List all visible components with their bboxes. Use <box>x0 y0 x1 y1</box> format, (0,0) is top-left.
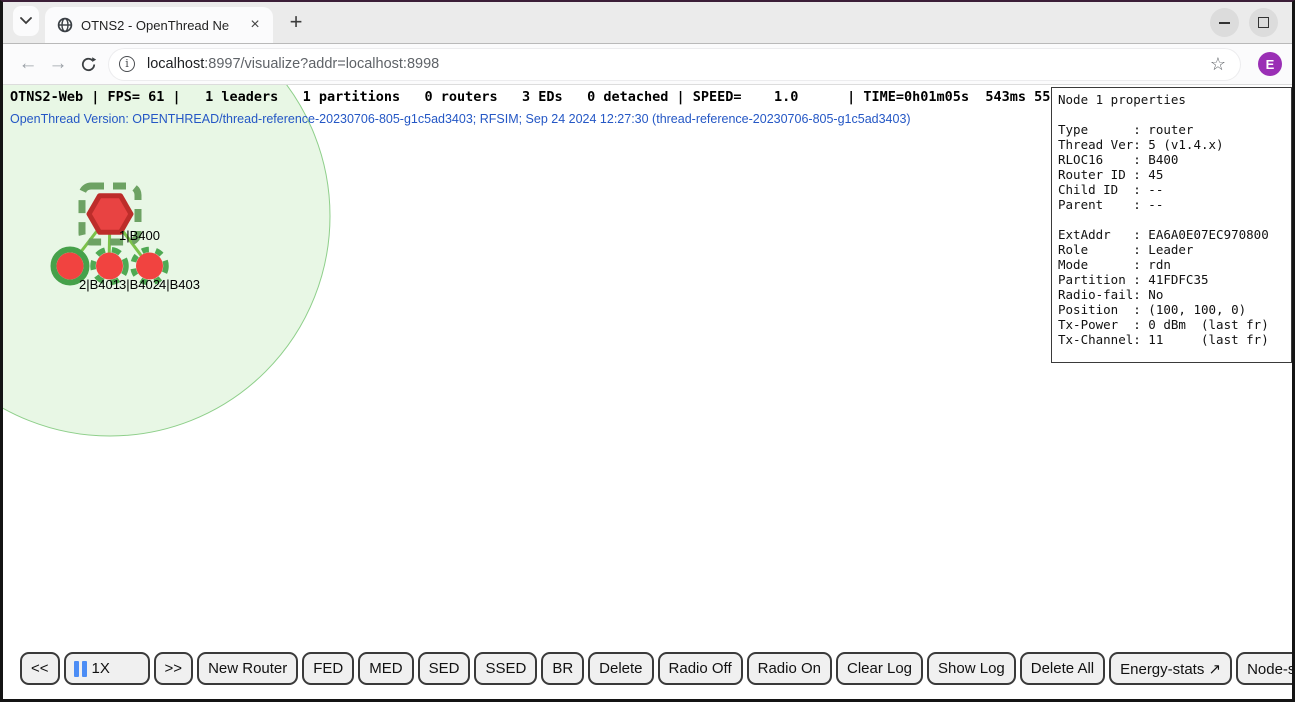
maximize-button[interactable] <box>1249 8 1278 37</box>
url-bar[interactable]: i localhost:8997/visualize?addr=localhos… <box>109 49 1240 80</box>
node-properties-panel: Node 1 properties Type : router Thread V… <box>1051 87 1292 363</box>
show-log-button[interactable]: Show Log <box>927 652 1016 685</box>
reload-icon <box>80 56 97 73</box>
ssed-button[interactable]: SSED <box>474 652 537 685</box>
node-2-circle[interactable] <box>57 253 84 280</box>
openthread-version-line: OpenThread Version: OPENTHREAD/thread-re… <box>10 112 911 126</box>
bookmark-star-icon[interactable]: ☆ <box>1210 54 1226 75</box>
new-tab-button[interactable]: + <box>281 8 311 38</box>
fast-forward-button[interactable]: >> <box>154 652 194 685</box>
avatar[interactable]: E <box>1258 52 1282 76</box>
forward-button[interactable]: → <box>43 53 73 75</box>
med-button[interactable]: MED <box>358 652 413 685</box>
page-info-icon[interactable]: i <box>119 56 135 72</box>
chevron-down-icon <box>20 17 32 25</box>
browser-window: OTNS2 - OpenThread Ne × + ← → i localhos… <box>0 0 1295 702</box>
minimize-button[interactable] <box>1210 8 1239 37</box>
window-controls <box>1210 8 1278 37</box>
speed-label: 1X <box>92 660 110 677</box>
back-button[interactable]: ← <box>13 53 43 75</box>
clear-log-button[interactable]: Clear Log <box>836 652 923 685</box>
reload-button[interactable] <box>73 56 103 73</box>
tab-title: OTNS2 - OpenThread Ne <box>81 18 245 33</box>
node-stats-button[interactable]: Node-stats ↗ <box>1236 652 1292 685</box>
node-1-leader-hexagon[interactable] <box>89 196 131 232</box>
globe-favicon-icon <box>57 17 73 33</box>
node-4-label: 4|B403 <box>159 277 200 292</box>
node-properties-text: Node 1 properties Type : router Thread V… <box>1052 88 1291 351</box>
url-path: :8997/visualize?addr=localhost:8998 <box>204 56 439 72</box>
browser-tab-bar: OTNS2 - OpenThread Ne × + <box>3 2 1292 44</box>
node-2-label: 2|B401 <box>79 277 120 292</box>
delete-all-button[interactable]: Delete All <box>1020 652 1105 685</box>
new-router-button[interactable]: New Router <box>197 652 298 685</box>
toolbar: << 1X >> New Router FED MED SED SSED BR … <box>20 652 1292 685</box>
tab-search-button[interactable] <box>13 6 39 36</box>
sed-button[interactable]: SED <box>418 652 471 685</box>
simulation-status-bar: OTNS2-Web | FPS= 61 | 1 leaders 1 partit… <box>10 89 1075 105</box>
browser-nav-bar: ← → i localhost:8997/visualize?addr=loca… <box>3 44 1292 85</box>
minimize-icon <box>1219 22 1230 24</box>
url-text: localhost:8997/visualize?addr=localhost:… <box>147 56 1206 72</box>
node-4-circle[interactable] <box>136 253 163 280</box>
pause-icon <box>74 661 87 677</box>
maximize-icon <box>1258 17 1269 28</box>
node-3-label: 3|B402 <box>119 277 160 292</box>
radio-on-button[interactable]: Radio On <box>747 652 832 685</box>
delete-button[interactable]: Delete <box>588 652 653 685</box>
rewind-button[interactable]: << <box>20 652 60 685</box>
energy-stats-button[interactable]: Energy-stats ↗ <box>1109 652 1232 685</box>
node-3-circle[interactable] <box>96 253 123 280</box>
browser-tab[interactable]: OTNS2 - OpenThread Ne × <box>45 7 273 43</box>
url-host: localhost <box>147 56 204 72</box>
radio-off-button[interactable]: Radio Off <box>658 652 743 685</box>
fed-button[interactable]: FED <box>302 652 354 685</box>
speed-button[interactable]: 1X <box>64 652 150 685</box>
node-1-label: 1|B400 <box>119 228 160 243</box>
simulation-canvas[interactable]: OTNS2-Web | FPS= 61 | 1 leaders 1 partit… <box>3 85 1292 699</box>
tab-close-icon[interactable]: × <box>245 15 265 35</box>
br-button[interactable]: BR <box>541 652 584 685</box>
